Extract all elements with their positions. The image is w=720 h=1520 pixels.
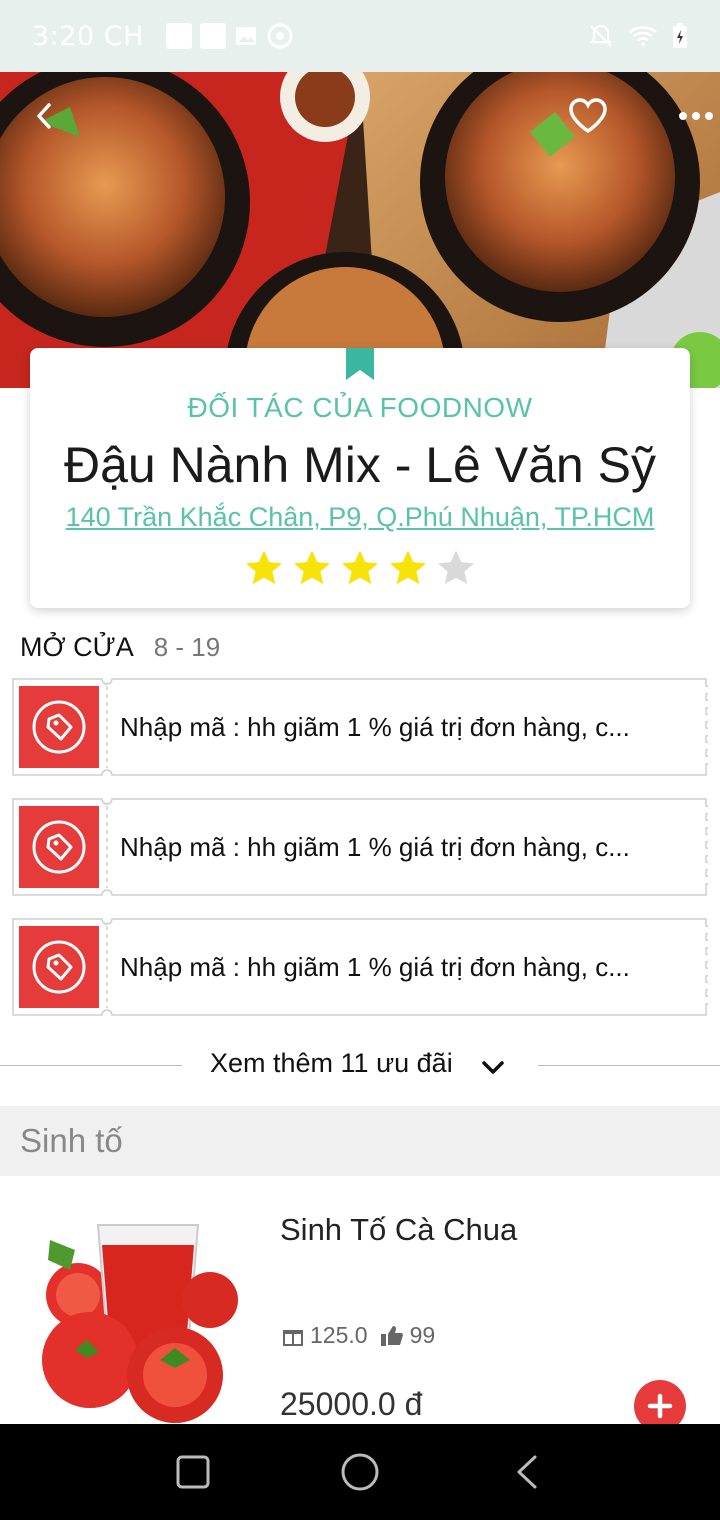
coupon-badge [19, 686, 99, 768]
plus-icon [647, 1393, 673, 1419]
star-filled-icon [294, 550, 330, 585]
more-horizontal-icon [679, 112, 713, 120]
sold-count: 125.0 [310, 1322, 368, 1348]
thumbs-up-icon [380, 1325, 403, 1346]
rating-stars [30, 548, 690, 588]
likes-count: 99 [409, 1322, 436, 1348]
shop-name: Đậu Nành Mix - Lê Văn Sỹ [64, 437, 656, 493]
product-price: 25000.0 đ [280, 1386, 423, 1422]
coupon-item[interactable]: Nhập mã : hh giãm 1 % giá trị đơn hàng, … [12, 918, 708, 1016]
category-title: Sinh tố [20, 1122, 123, 1159]
star-empty-icon [438, 550, 474, 585]
hours-label: MỞ CỬA [20, 632, 134, 662]
opening-hours: MỞ CỬA 8 - 19 [20, 632, 220, 663]
coupon-item[interactable]: Nhập mã : hh giãm 1 % giá trị đơn hàng, … [12, 798, 708, 896]
food-photo [0, 72, 720, 388]
coupon-text: Nhập mã : hh giãm 1 % giá trị đơn hàng, … [120, 831, 630, 862]
chevron-down-icon [482, 1061, 504, 1074]
gift-icon [283, 1329, 303, 1346]
tag-icon [32, 940, 86, 994]
bookmark-icon [346, 348, 374, 380]
see-more-offers[interactable]: Xem thêm 11 ưu đãi [0, 1040, 720, 1090]
heart-icon [569, 98, 607, 134]
hours-value: 8 - 19 [153, 632, 221, 662]
notification-icons [165, 22, 294, 50]
coupon-text: Nhập mã : hh giãm 1 % giá trị đơn hàng, … [120, 711, 630, 742]
chevron-left-icon [37, 103, 51, 129]
see-more-label: Xem thêm 11 ưu đãi [210, 1048, 453, 1078]
tomato-juice-image [42, 1224, 238, 1423]
tag-icon [32, 820, 86, 874]
category-header: Sinh tố [0, 1106, 720, 1176]
sync-icon [267, 23, 293, 49]
status-bar: 3:20 CH [0, 0, 720, 72]
product-image[interactable] [30, 1200, 250, 1424]
star-filled-icon [390, 550, 426, 585]
more-options-button[interactable] [672, 92, 720, 140]
shop-address-link[interactable]: 140 Trần Khắc Chân, P9, Q.Phú Nhuận, TP.… [30, 502, 690, 533]
triangle-back-icon [517, 1455, 537, 1489]
favorite-button[interactable] [564, 92, 612, 140]
system-nav-bar [0, 1424, 720, 1520]
product-name: Sinh Tố Cà Chua [280, 1212, 518, 1247]
notification-icon [165, 23, 192, 49]
coupon-text: Nhập mã : hh giãm 1 % giá trị đơn hàng, … [120, 951, 630, 982]
coupon-badge [19, 806, 99, 888]
image-icon [235, 27, 256, 45]
star-filled-icon [342, 550, 378, 585]
divider [0, 1065, 182, 1066]
system-icons [588, 23, 688, 49]
system-back-button[interactable] [497, 1442, 557, 1502]
battery-icon [673, 23, 687, 48]
product-stats: 125.0 99 [282, 1322, 435, 1349]
bell-off-icon [590, 24, 612, 47]
shop-info-card: ĐỐI TÁC CỦA FOODNOW Đậu Nành Mix - Lê Vă… [30, 348, 690, 608]
coupon-item[interactable]: Nhập mã : hh giãm 1 % giá trị đơn hàng, … [12, 678, 708, 776]
wifi-icon [629, 26, 657, 46]
partner-label: ĐỐI TÁC CỦA FOODNOW [187, 392, 533, 423]
home-button[interactable] [330, 1442, 390, 1502]
recents-button[interactable] [163, 1442, 223, 1502]
divider [538, 1065, 720, 1066]
circle-icon [341, 1453, 379, 1491]
coupon-badge [19, 926, 99, 1008]
notification-icon [199, 23, 226, 49]
star-filled-icon [246, 550, 282, 585]
hero-image [0, 72, 720, 388]
tag-icon [32, 700, 86, 754]
back-button[interactable] [20, 92, 68, 140]
square-icon [176, 1455, 210, 1489]
status-time: 3:20 CH [32, 20, 144, 52]
